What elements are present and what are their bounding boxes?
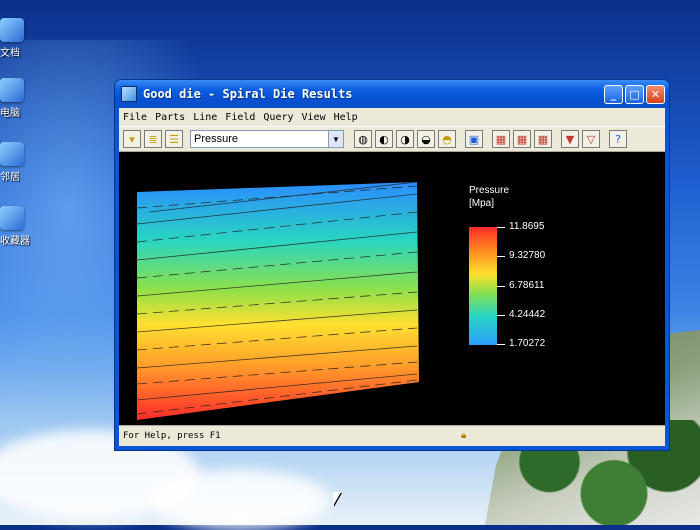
help-icon[interactable]: ? [609, 130, 627, 148]
legend-value: 11.8695 [509, 221, 545, 232]
legend-value: 6.78611 [509, 280, 545, 291]
minimize-button[interactable]: _ [604, 84, 623, 104]
tool-2-icon[interactable]: ≣ [144, 130, 162, 148]
grid-3-icon[interactable]: ▦ [534, 130, 552, 148]
computer-icon [0, 78, 24, 102]
close-button[interactable]: ✕ [646, 84, 665, 104]
view-4-icon[interactable]: ◒ [417, 130, 435, 148]
field-select[interactable]: Pressure ▼ [190, 130, 344, 148]
legend-color-bar [469, 227, 497, 345]
tool-1-icon[interactable]: ▾ [123, 130, 141, 148]
maximize-button[interactable]: □ [625, 84, 644, 104]
mouse-cursor-icon [333, 492, 341, 506]
window-title: Good die - Spiral Die Results [143, 87, 353, 101]
network-icon [0, 142, 24, 166]
legend-title-text: Pressure [469, 185, 510, 196]
view-3-icon[interactable]: ◑ [396, 130, 414, 148]
menu-line[interactable]: Line [193, 112, 217, 123]
window-icon[interactable]: ▣ [465, 130, 483, 148]
menu-field[interactable]: Field [225, 112, 255, 123]
lock-icon: 🔒︎ [461, 430, 467, 441]
status-text: For Help, press F1 [123, 431, 221, 441]
desktop-icon-label: 邻居 [0, 172, 20, 183]
menu-view[interactable]: View [302, 112, 326, 123]
desktop-icon-label: 收藏器 [0, 236, 30, 247]
legend-value: 1.70272 [509, 338, 546, 349]
pressure-surface [137, 182, 419, 420]
client-area: File Parts Line Field Query View Help ▾ … [119, 108, 665, 446]
desktop-icon-label: 电脑 [0, 108, 20, 119]
desktop-icon[interactable]: 电脑 [0, 78, 40, 119]
menu-bar: File Parts Line Field Query View Help [119, 108, 665, 126]
legend-tick [497, 256, 505, 257]
legend-title: Pressure [Mpa] [469, 184, 509, 210]
desktop-icon-label: 文档 [0, 48, 20, 59]
tool-3-icon[interactable]: ☰ [165, 130, 183, 148]
view-1-icon[interactable]: ◍ [354, 130, 372, 148]
toolbar: ▾ ≣ ☰ Pressure ▼ ◍ ◐ ◑ ◒ ◓ ▣ ▦ ▦ ▦ ▼ ▽ ? [119, 126, 665, 152]
view-2-icon[interactable]: ◐ [375, 130, 393, 148]
down-arrow-2-icon[interactable]: ▽ [582, 130, 600, 148]
desktop-icon[interactable]: 文档 [0, 18, 40, 59]
title-bar[interactable]: Good die - Spiral Die Results _ □ ✕ [115, 80, 669, 108]
legend-value: 4.24442 [509, 309, 546, 320]
plot-canvas[interactable]: Pressure [Mpa] 11.8695 9.32780 6.78611 4… [119, 152, 665, 426]
menu-query[interactable]: Query [263, 112, 293, 123]
legend-tick [497, 315, 505, 316]
status-bar: For Help, press F1 🔒︎ [119, 425, 665, 446]
desktop-icon[interactable]: 邻居 [0, 142, 40, 183]
menu-file[interactable]: File [123, 112, 147, 123]
grid-1-icon[interactable]: ▦ [492, 130, 510, 148]
pressure-plot [136, 181, 419, 420]
down-arrow-icon[interactable]: ▼ [561, 130, 579, 148]
menu-help[interactable]: Help [334, 112, 358, 123]
legend-unit: [Mpa] [469, 198, 495, 209]
grid-2-icon[interactable]: ▦ [513, 130, 531, 148]
legend-tick [497, 344, 505, 345]
document-icon [0, 18, 24, 42]
legend-tick [497, 227, 505, 228]
chevron-down-icon[interactable]: ▼ [328, 131, 343, 147]
results-window: Good die - Spiral Die Results _ □ ✕ File… [114, 79, 670, 451]
field-select-value: Pressure [194, 133, 239, 145]
desktop-icon[interactable]: 收藏器 [0, 206, 40, 247]
legend-tick [497, 286, 505, 287]
cloud [150, 470, 330, 530]
app-icon [121, 86, 137, 102]
view-5-icon[interactable]: ◓ [438, 130, 456, 148]
recycle-icon [0, 206, 24, 230]
menu-parts[interactable]: Parts [155, 112, 185, 123]
legend-value: 9.32780 [509, 250, 546, 261]
